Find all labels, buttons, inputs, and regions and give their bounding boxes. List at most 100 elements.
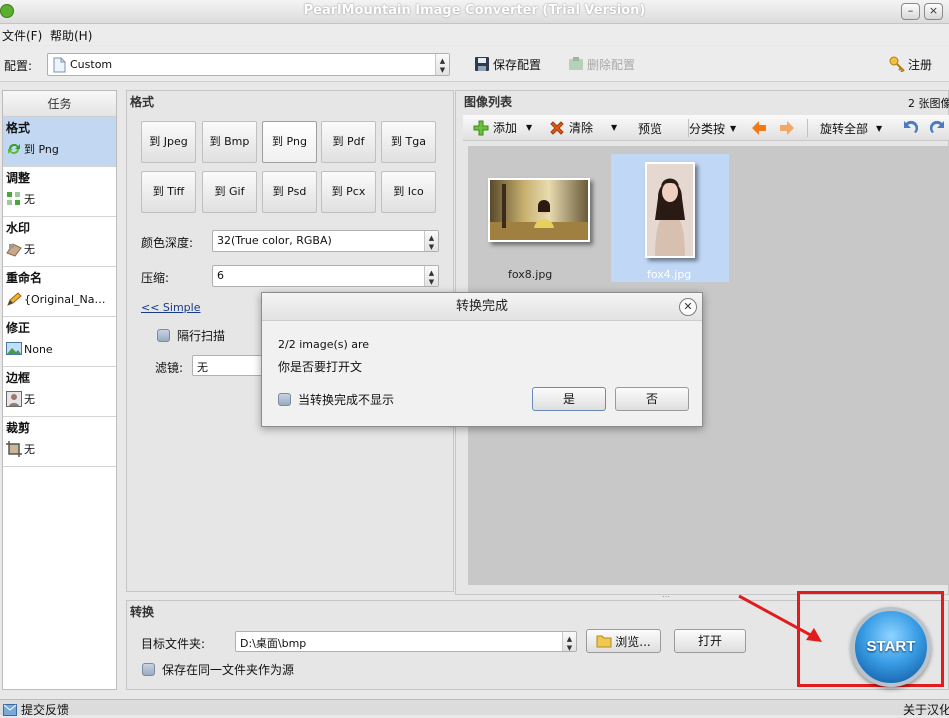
sidebar-item-heading: 水印 <box>6 221 31 235</box>
sidebar-item-correct[interactable]: 修正 None <box>3 317 116 367</box>
dont-show-checkbox[interactable]: 当转换完成不显示 <box>278 391 394 408</box>
checkbox-box <box>157 329 170 342</box>
format-button-jpeg[interactable]: 到 Jpeg <box>141 121 196 163</box>
format-button-tiff[interactable]: 到 Tiff <box>141 171 196 213</box>
target-folder-value: D:\桌面\bmp <box>240 637 307 650</box>
dialog-title: 转换完成 <box>262 293 702 321</box>
move-left-arrow-icon[interactable] <box>751 120 767 136</box>
clear-button[interactable]: 清除 ▼ <box>549 119 617 136</box>
sidebar-item-resize[interactable]: 调整 无 <box>3 167 116 217</box>
move-right-arrow-icon[interactable] <box>779 120 795 136</box>
start-button[interactable]: START <box>851 607 931 687</box>
compress-select[interactable]: 6 ▲ ▼ <box>212 265 439 287</box>
dropdown-arrow-icon: ▼ <box>730 124 737 133</box>
dialog-close-button[interactable]: ✕ <box>679 298 697 316</box>
preview-button[interactable]: 预览 <box>638 120 662 137</box>
format-button-tga[interactable]: 到 Tga <box>381 121 436 163</box>
compress-value: 6 <box>217 269 224 282</box>
format-button-pdf[interactable]: 到 Pdf <box>321 121 376 163</box>
format-button-bmp[interactable]: 到 Bmp <box>202 121 257 163</box>
spinner-icon: ▲ ▼ <box>435 54 449 75</box>
feedback-label: 提交反馈 <box>21 703 70 717</box>
watermark-icon <box>6 243 22 257</box>
sidebar-item-watermark[interactable]: 水印 无 <box>3 217 116 267</box>
checkbox-box <box>278 393 291 406</box>
rotate-left-icon[interactable] <box>901 119 919 137</box>
simple-link[interactable]: << Simple <box>141 301 201 314</box>
thumbnail-fox4 <box>645 162 695 258</box>
spinner-icon: ▲ ▼ <box>424 266 438 286</box>
dialog-yes-button[interactable]: 是 <box>532 387 606 411</box>
checkbox-box <box>142 663 155 676</box>
add-label: 添加 <box>493 121 518 135</box>
landscape-icon <box>6 342 22 355</box>
add-button[interactable]: 添加 ▼ <box>473 119 532 136</box>
close-button[interactable]: × <box>924 3 943 20</box>
sidebar-item-rename[interactable]: 重命名 {Original_Na… <box>3 267 116 317</box>
menu-help[interactable]: 帮助(H) <box>50 27 92 44</box>
thumbnail-label: fox4.jpg <box>647 268 692 281</box>
thumbnail-label: fox8.jpg <box>508 268 553 281</box>
same-folder-checkbox[interactable]: 保存在同一文件夹作为源 <box>142 661 294 678</box>
conversion-complete-dialog: 转换完成 ✕ 2/2 image(s) are 你是否要打开文 当转换完成不显示… <box>261 292 703 427</box>
interlace-checkbox[interactable]: 隔行扫描 <box>157 327 225 344</box>
clear-label: 清除 <box>569 121 594 135</box>
filter-value: 无 <box>197 361 208 374</box>
sidebar-item-border[interactable]: 边框 无 <box>3 367 116 417</box>
minimize-button[interactable]: – <box>901 3 920 20</box>
delete-config-button[interactable]: 删除配置 <box>568 54 635 74</box>
format-button-psd[interactable]: 到 Psd <box>262 171 317 213</box>
rotate-right-icon[interactable] <box>929 119 947 137</box>
rotate-all-button[interactable]: 旋转全部 ▼ <box>820 120 882 137</box>
sidebar-item-format[interactable]: 格式 到 Png <box>3 117 116 167</box>
format-button-pcx[interactable]: 到 Pcx <box>321 171 376 213</box>
document-icon <box>53 57 66 73</box>
browse-button[interactable]: 浏览... <box>586 629 661 653</box>
color-depth-select[interactable]: 32(True color, RGBA) ▲ ▼ <box>212 230 439 252</box>
register-label: 注册 <box>908 57 933 72</box>
menu-file[interactable]: 文件(F) <box>2 27 42 44</box>
register-button[interactable]: 注册 <box>889 54 932 74</box>
image-count: 2 张图像 <box>908 97 949 110</box>
photo-fox4 <box>647 164 693 256</box>
color-depth-value: 32(True color, RGBA) <box>217 234 332 247</box>
config-bar: 配置: Custom ▲ ▼ 保存配置 删除配置 注册 <box>0 46 949 82</box>
target-folder-select[interactable]: D:\桌面\bmp ▲ ▼ <box>235 631 577 652</box>
feedback-link[interactable]: 提交反馈 <box>3 701 69 718</box>
config-select[interactable]: Custom ▲ ▼ <box>47 53 450 76</box>
spinner-icon: ▲ ▼ <box>562 632 576 652</box>
sidebar-item-value: 到 Png <box>24 143 59 156</box>
portrait-frame-icon <box>6 391 22 407</box>
format-button-gif[interactable]: 到 Gif <box>202 171 257 213</box>
resize-grid-icon <box>7 192 20 205</box>
about-link[interactable]: 关于汉化 <box>903 701 949 718</box>
same-folder-label: 保存在同一文件夹作为源 <box>162 663 295 677</box>
format-button-png[interactable]: 到 Png <box>262 121 317 163</box>
dropdown-arrow-icon: ▼ <box>526 123 533 132</box>
sidebar-item-heading: 调整 <box>6 171 31 185</box>
sidebar-item-value: 无 <box>24 443 35 456</box>
rotate-all-label: 旋转全部 <box>820 122 869 136</box>
window-title: PearlMountain Image Converter (Trial Ver… <box>303 3 646 18</box>
pencil-icon <box>7 292 22 306</box>
dont-show-label: 当转换完成不显示 <box>298 393 395 407</box>
color-depth-label: 颜色深度: <box>141 236 194 250</box>
sidebar-item-heading: 格式 <box>6 121 31 135</box>
thumbnail-fox8[interactable] <box>488 178 590 242</box>
save-config-label: 保存配置 <box>493 57 542 72</box>
sidebar-item-value: 无 <box>24 193 35 206</box>
sidebar-item-value: None <box>24 342 53 356</box>
thumbnail-fox4-selected[interactable]: fox4.jpg <box>611 154 729 282</box>
filter-select[interactable]: 无 <box>192 355 272 376</box>
sidebar-item-heading: 修正 <box>6 321 31 335</box>
sidebar-item-crop[interactable]: 裁剪 无 <box>3 417 116 467</box>
dialog-no-button[interactable]: 否 <box>615 387 689 411</box>
sort-button[interactable]: 分类按 ▼ <box>689 120 736 137</box>
config-label: 配置: <box>4 59 33 73</box>
plus-icon <box>473 120 489 135</box>
x-icon <box>550 120 564 135</box>
format-button-ico[interactable]: 到 Ico <box>381 171 436 213</box>
save-config-button[interactable]: 保存配置 <box>474 54 541 74</box>
sidebar-title: 任务 <box>3 91 116 117</box>
photo-fox8 <box>490 180 588 240</box>
